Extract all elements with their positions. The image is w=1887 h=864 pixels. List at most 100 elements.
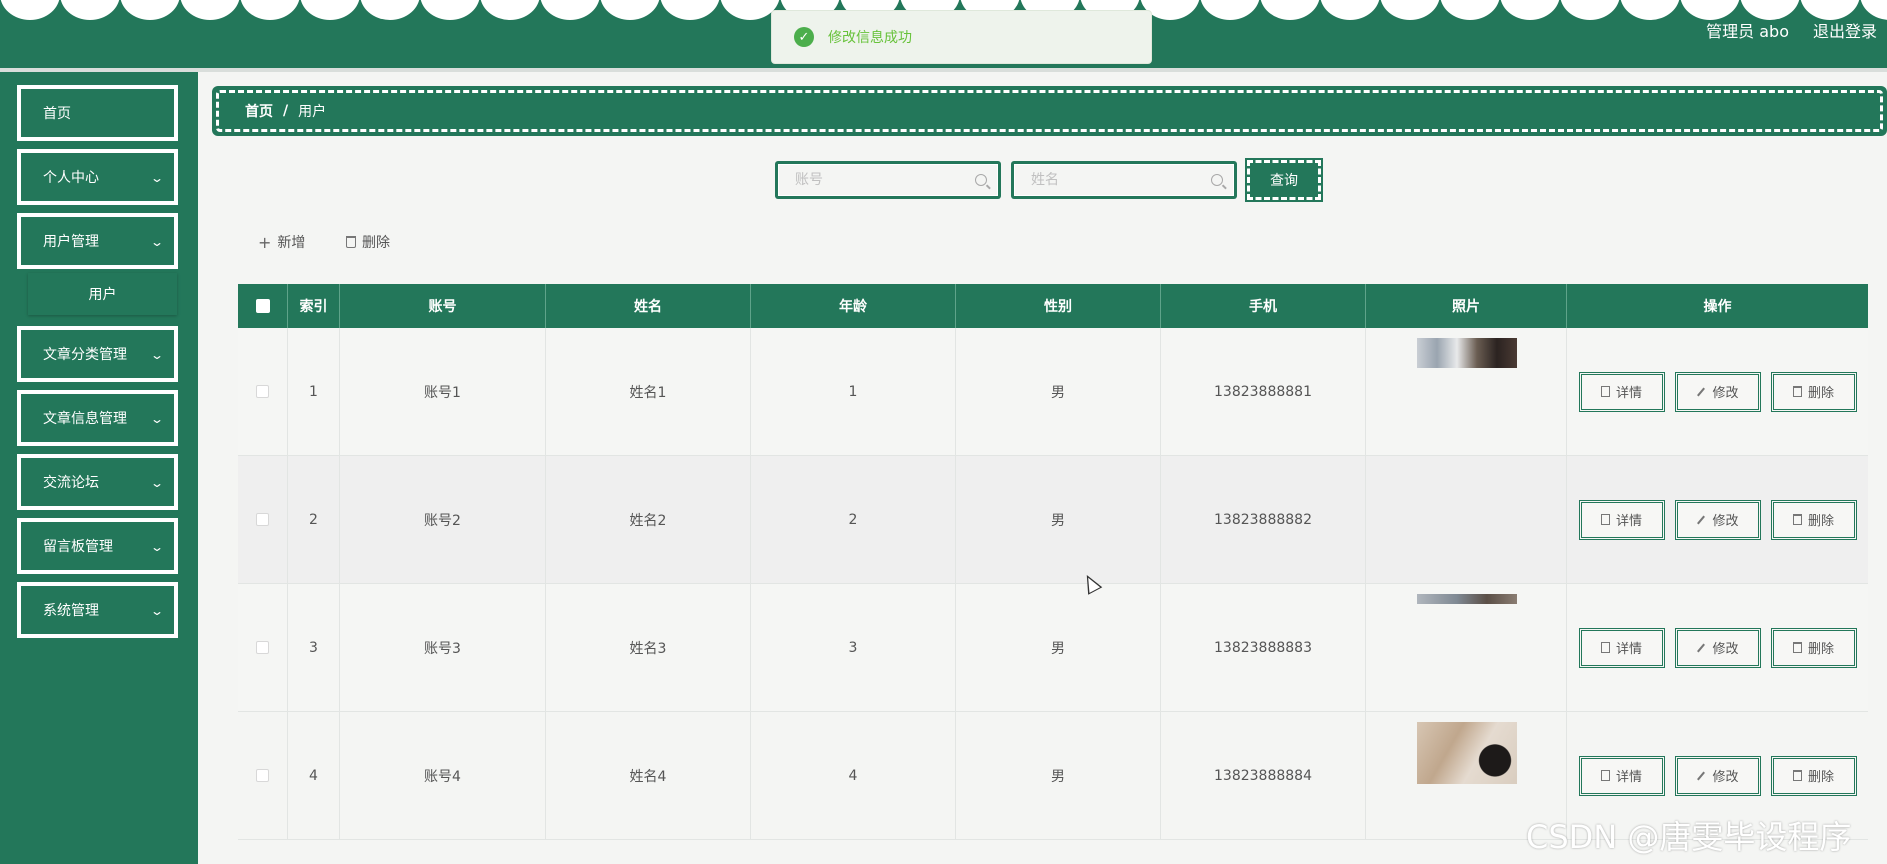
account-search-field[interactable]: [775, 161, 1001, 199]
delete-button[interactable]: 删除: [1770, 499, 1857, 540]
trash-icon: [1792, 642, 1802, 653]
sidebar-item-label: 文章信息管理: [43, 411, 127, 427]
cell-phone: 13823888882: [1161, 456, 1366, 583]
column-header-account: 账号: [340, 284, 546, 328]
sidebar-item-home[interactable]: 首页: [17, 85, 178, 141]
sidebar-item-personal-center[interactable]: 个人中心 ⌄: [17, 149, 178, 205]
sidebar-item-label: 交流论坛: [43, 475, 99, 491]
delete-label: 删除: [1807, 514, 1834, 529]
cell-gender: 男: [956, 712, 1161, 839]
user-photo[interactable]: [1417, 722, 1517, 784]
row-checkbox[interactable]: [256, 385, 269, 398]
cell-name: 姓名3: [546, 584, 751, 711]
user-photo[interactable]: [1417, 338, 1517, 368]
cell-actions: 详情 修改 删除: [1567, 584, 1868, 711]
table-row: 3 账号3 姓名3 3 男 13823888883 详情 修改 删除: [238, 584, 1868, 712]
row-checkbox[interactable]: [256, 641, 269, 654]
document-icon: [1600, 386, 1610, 397]
cell-gender: 男: [956, 456, 1161, 583]
chevron-down-icon: ⌄: [149, 604, 165, 618]
cell-index: 1: [288, 328, 340, 455]
edit-button[interactable]: 修改: [1674, 627, 1761, 668]
cell-account: 账号1: [340, 328, 546, 455]
detail-label: 详情: [1615, 386, 1642, 401]
cell-actions: 详情 修改 删除: [1567, 328, 1868, 455]
breadcrumb: 首页 / 用户: [212, 86, 1887, 136]
logout-link[interactable]: 退出登录: [1813, 18, 1877, 42]
cell-photo: [1366, 456, 1567, 583]
cell-account: 账号2: [340, 456, 546, 583]
chevron-down-icon: ⌄: [149, 348, 165, 362]
column-header-name: 姓名: [546, 284, 751, 328]
row-checkbox[interactable]: [256, 769, 269, 782]
add-button[interactable]: + 新增: [258, 232, 305, 252]
success-toast: ✓ 修改信息成功: [771, 10, 1152, 64]
sidebar-item-forum[interactable]: 交流论坛 ⌄: [17, 454, 178, 510]
cell-phone: 13823888884: [1161, 712, 1366, 839]
column-header-photo: 照片: [1366, 284, 1567, 328]
user-photo[interactable]: [1417, 594, 1517, 604]
edit-label: 修改: [1712, 386, 1739, 401]
cell-name: 姓名4: [546, 712, 751, 839]
users-table: 索引 账号 姓名 年龄 性别 手机 照片 操作 1 账号1 姓名1 1 男 13…: [238, 284, 1868, 840]
cell-photo: [1366, 584, 1567, 711]
cell-gender: 男: [956, 584, 1161, 711]
edit-button[interactable]: 修改: [1674, 371, 1761, 412]
name-search-box: [1014, 164, 1234, 196]
watermark: CSDN @唐雯毕设程序: [1526, 818, 1852, 856]
toast-message: 修改信息成功: [828, 30, 912, 46]
sidebar-item-system-management[interactable]: 系统管理 ⌄: [17, 582, 178, 638]
cell-index: 4: [288, 712, 340, 839]
delete-button[interactable]: 删除: [1770, 371, 1857, 412]
delete-label: 删除: [1807, 642, 1834, 657]
pencil-icon: [1697, 387, 1706, 396]
sidebar-item-article-info[interactable]: 文章信息管理 ⌄: [17, 390, 178, 446]
chevron-down-icon: ⌄: [149, 476, 165, 490]
cell-name: 姓名2: [546, 456, 751, 583]
sidebar-item-label: 用户管理: [43, 234, 99, 250]
document-icon: [1600, 514, 1610, 525]
detail-button[interactable]: 详情: [1578, 755, 1665, 796]
cell-age: 3: [751, 584, 956, 711]
sidebar-item-user-management[interactable]: 用户管理 ⌄: [17, 213, 178, 269]
breadcrumb-separator: /: [283, 103, 289, 119]
column-header-index: 索引: [288, 284, 340, 328]
search-icon: [1211, 174, 1223, 186]
sidebar-subitem-label: 用户: [88, 287, 117, 303]
sidebar-item-article-category[interactable]: 文章分类管理 ⌄: [17, 326, 178, 382]
name-search-input[interactable]: [1031, 172, 1201, 188]
select-all-checkbox[interactable]: [255, 299, 270, 313]
detail-button[interactable]: 详情: [1578, 627, 1665, 668]
name-search-field[interactable]: [1011, 161, 1237, 199]
detail-button[interactable]: 详情: [1578, 499, 1665, 540]
sidebar-item-message-board[interactable]: 留言板管理 ⌄: [17, 518, 178, 574]
breadcrumb-home[interactable]: 首页: [245, 101, 273, 121]
edit-button[interactable]: 修改: [1674, 755, 1761, 796]
cell-actions: 详情 修改 删除: [1567, 456, 1868, 583]
chevron-down-icon: ⌄: [149, 540, 165, 554]
column-header-gender: 性别: [956, 284, 1161, 328]
account-search-input[interactable]: [795, 172, 965, 188]
edit-button[interactable]: 修改: [1674, 499, 1761, 540]
account-search-box: [778, 164, 998, 196]
row-checkbox[interactable]: [256, 513, 269, 526]
admin-user-label: 管理员 abo: [1706, 22, 1789, 41]
table-header: 索引 账号 姓名 年龄 性别 手机 照片 操作: [238, 284, 1868, 328]
delete-label: 删除: [1807, 770, 1834, 785]
cell-photo: [1366, 328, 1567, 455]
cell-phone: 13823888881: [1161, 328, 1366, 455]
detail-button[interactable]: 详情: [1578, 371, 1665, 412]
trash-icon: [1792, 514, 1802, 525]
sidebar-subitem-users[interactable]: 用户: [28, 273, 177, 315]
search-icon: [975, 174, 987, 186]
column-header-actions: 操作: [1703, 299, 1732, 315]
column-header-age: 年龄: [751, 284, 956, 328]
delete-button[interactable]: 删除: [1770, 755, 1857, 796]
cell-index: 2: [288, 456, 340, 583]
document-icon: [1600, 770, 1610, 781]
delete-button[interactable]: 删除: [1770, 627, 1857, 668]
query-button[interactable]: 查询: [1245, 158, 1323, 202]
batch-delete-button[interactable]: 删除: [346, 232, 390, 252]
table-row: 2 账号2 姓名2 2 男 13823888882 详情 修改 删除: [238, 456, 1868, 584]
detail-label: 详情: [1615, 770, 1642, 785]
